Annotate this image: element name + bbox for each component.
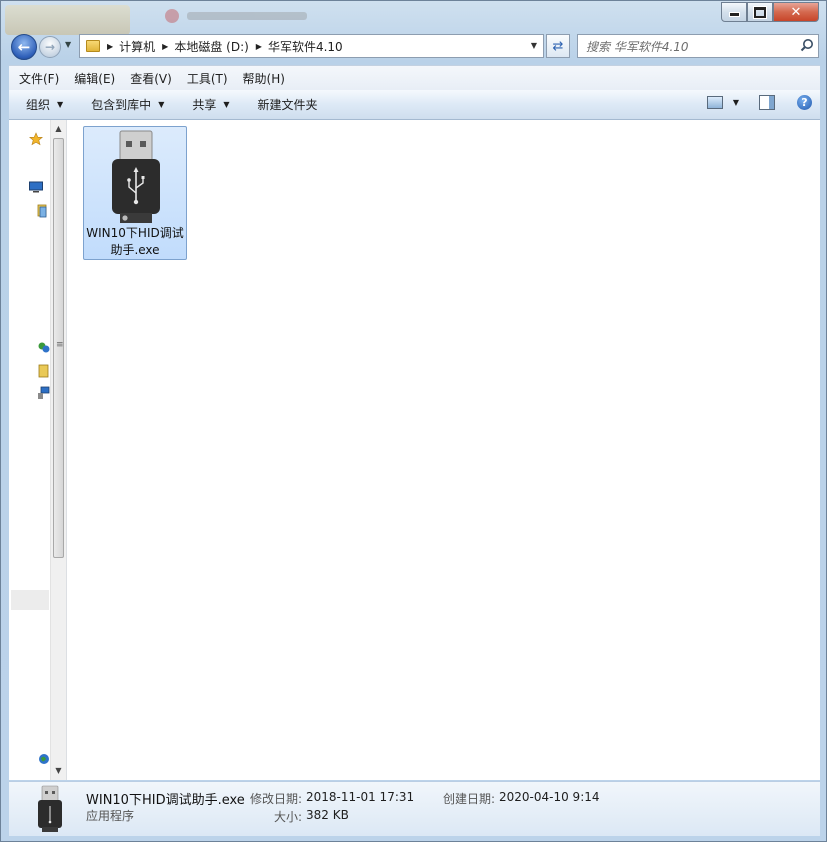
close-button[interactable]: ✕ [773, 2, 819, 22]
chevron-down-icon: ▼ [223, 100, 230, 109]
breadcrumb-local-disk[interactable]: 本地磁盘 (D:) [174, 38, 248, 55]
refresh-icon: ⇄ [552, 38, 564, 54]
back-arrow-icon: ← [17, 38, 31, 56]
command-bar: 组织 ▼ 包含到库中 ▼ 共享 ▼ 新建文件夹 ▼ ? [9, 90, 820, 120]
menu-view[interactable]: 查看(V) [125, 70, 177, 87]
explorer-window: ✕ ← → ▼ ▶ 计算机 ▶ 本地磁盘 (D:) ▶ 华军软件4.10 ▼ ⇄… [0, 0, 827, 842]
details-file-name: WIN10下HID调试助手.exe [86, 793, 245, 808]
file-name-label[interactable]: WIN10下HID调试助手.exe [86, 225, 184, 259]
menu-help[interactable]: 帮助(H) [238, 70, 290, 87]
nav-pane-scrollbar[interactable]: ▲ ≡ ▼ [50, 120, 67, 780]
chevron-right-icon[interactable]: ▶ [107, 42, 113, 51]
details-pane: WIN10下HID调试助手.exe 应用程序 修改日期: 2018-11-01 … [9, 781, 820, 836]
size-label: 大小: [274, 810, 303, 824]
globe-icon[interactable] [37, 752, 50, 766]
preview-pane-icon[interactable] [759, 95, 775, 110]
chevron-down-icon: ▼ [158, 100, 165, 109]
address-bar[interactable]: ▶ 计算机 ▶ 本地磁盘 (D:) ▶ 华军软件4.10 ▼ [79, 34, 544, 58]
modified-date-value: 2018-11-01 17:31 [306, 790, 415, 804]
change-view-icon[interactable] [706, 96, 723, 109]
recent-pages-dropdown[interactable]: ▼ [65, 40, 71, 49]
organize-button[interactable]: 组织 ▼ [26, 96, 63, 113]
search-box[interactable] [577, 34, 819, 58]
address-dropdown-icon[interactable]: ▼ [531, 41, 537, 50]
breadcrumb-computer[interactable]: 计算机 [119, 38, 155, 55]
maximize-button[interactable] [747, 2, 773, 22]
menu-bar: 文件(F) 编辑(E) 查看(V) 工具(T) 帮助(H) [9, 65, 820, 90]
usb-drive-icon [38, 785, 62, 832]
help-icon[interactable]: ? [797, 95, 812, 110]
created-date-label: 创建日期: [443, 792, 496, 806]
scroll-down-icon[interactable]: ▼ [51, 764, 66, 778]
navigation-pane [9, 120, 50, 780]
scroll-up-icon[interactable]: ▲ [51, 122, 66, 136]
breadcrumb-current-folder[interactable]: 华军软件4.10 [268, 38, 343, 55]
modified-date-label: 修改日期: [250, 792, 303, 806]
new-folder-button[interactable]: 新建文件夹 [258, 96, 318, 113]
library-icon[interactable] [37, 204, 50, 218]
minimize-button[interactable] [721, 2, 747, 22]
folder-icon [86, 40, 100, 52]
size-value: 382 KB [306, 808, 349, 822]
file-item[interactable]: WIN10下HID调试助手.exe [83, 126, 187, 260]
grip-icon: ≡ [56, 340, 64, 350]
back-button[interactable]: ← [11, 34, 37, 60]
forward-button[interactable]: → [39, 36, 61, 58]
caption-buttons: ✕ [721, 2, 819, 22]
details-file-type: 应用程序 [86, 809, 135, 823]
homegroup-icon[interactable] [37, 341, 50, 355]
forward-arrow-icon: → [44, 40, 56, 54]
search-input[interactable] [584, 38, 793, 56]
menu-tools[interactable]: 工具(T) [182, 70, 233, 87]
share-button[interactable]: 共享 ▼ [192, 96, 229, 113]
usb-drive-icon [112, 130, 160, 223]
file-list-area[interactable]: WIN10下HID调试助手.exe [67, 120, 820, 780]
chevron-down-icon: ▼ [57, 100, 64, 109]
created-date-value: 2020-04-10 9:14 [499, 790, 600, 804]
network-icon[interactable] [37, 386, 50, 400]
view-controls: ▼ ? [706, 95, 812, 110]
nav-pane-separator [11, 590, 49, 610]
refresh-button[interactable]: ⇄ [546, 34, 570, 58]
include-in-library-button[interactable]: 包含到库中 ▼ [91, 96, 164, 113]
desktop-icon[interactable] [29, 180, 43, 194]
menu-file[interactable]: 文件(F) [14, 70, 64, 87]
favorites-star-icon[interactable] [29, 132, 43, 146]
chevron-right-icon[interactable]: ▶ [256, 42, 262, 51]
scrollbar-thumb[interactable]: ≡ [53, 138, 64, 558]
chevron-right-icon[interactable]: ▶ [162, 42, 168, 51]
background-window-tab [5, 5, 130, 35]
background-window-title [159, 7, 319, 25]
computer-folder-icon[interactable] [37, 364, 50, 378]
menu-edit[interactable]: 编辑(E) [69, 70, 120, 87]
navigation-bar: ← → ▼ ▶ 计算机 ▶ 本地磁盘 (D:) ▶ 华军软件4.10 ▼ ⇄ [9, 34, 820, 60]
view-options-dropdown[interactable]: ▼ [733, 98, 739, 107]
search-icon[interactable] [800, 38, 814, 52]
